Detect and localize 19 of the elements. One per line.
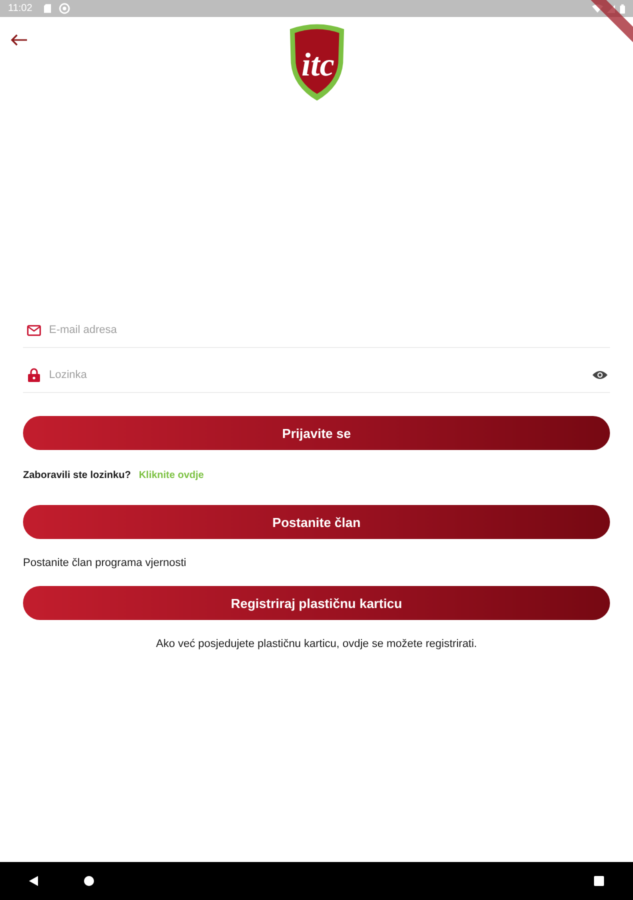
sd-card-icon	[44, 4, 52, 13]
become-member-button[interactable]: Postanite član	[23, 505, 610, 539]
register-card-button[interactable]: Registriraj plastičnu karticu	[23, 586, 610, 620]
mail-icon	[27, 324, 41, 336]
password-field[interactable]: Lozinka	[49, 363, 586, 387]
shield-logo: itc	[288, 22, 346, 102]
back-icon[interactable]	[29, 876, 38, 886]
home-icon[interactable]	[84, 876, 94, 886]
membership-caption: Postanite član programa vjernosti	[23, 556, 186, 570]
status-time: 11:02	[8, 3, 32, 14]
eye-icon[interactable]	[592, 370, 608, 380]
forgot-password-text: Zaboravili ste lozinku?	[23, 470, 131, 480]
battery-icon	[620, 4, 625, 14]
circle-icon	[59, 3, 70, 14]
login-button[interactable]: Prijavite se	[23, 416, 610, 450]
register-card-caption: Ako već posjedujete plastičnu karticu, ovdje se možete registrirati.	[156, 637, 477, 651]
lock-icon	[28, 368, 40, 382]
email-field[interactable]: E-mail adresa	[49, 318, 604, 342]
back-arrow-icon[interactable]	[9, 33, 29, 47]
